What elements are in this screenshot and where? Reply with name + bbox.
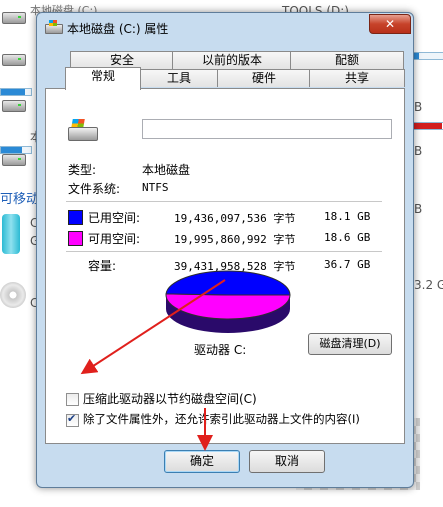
arrow-to-compress xyxy=(80,279,226,375)
tab-general[interactable]: 常规 xyxy=(65,67,141,90)
